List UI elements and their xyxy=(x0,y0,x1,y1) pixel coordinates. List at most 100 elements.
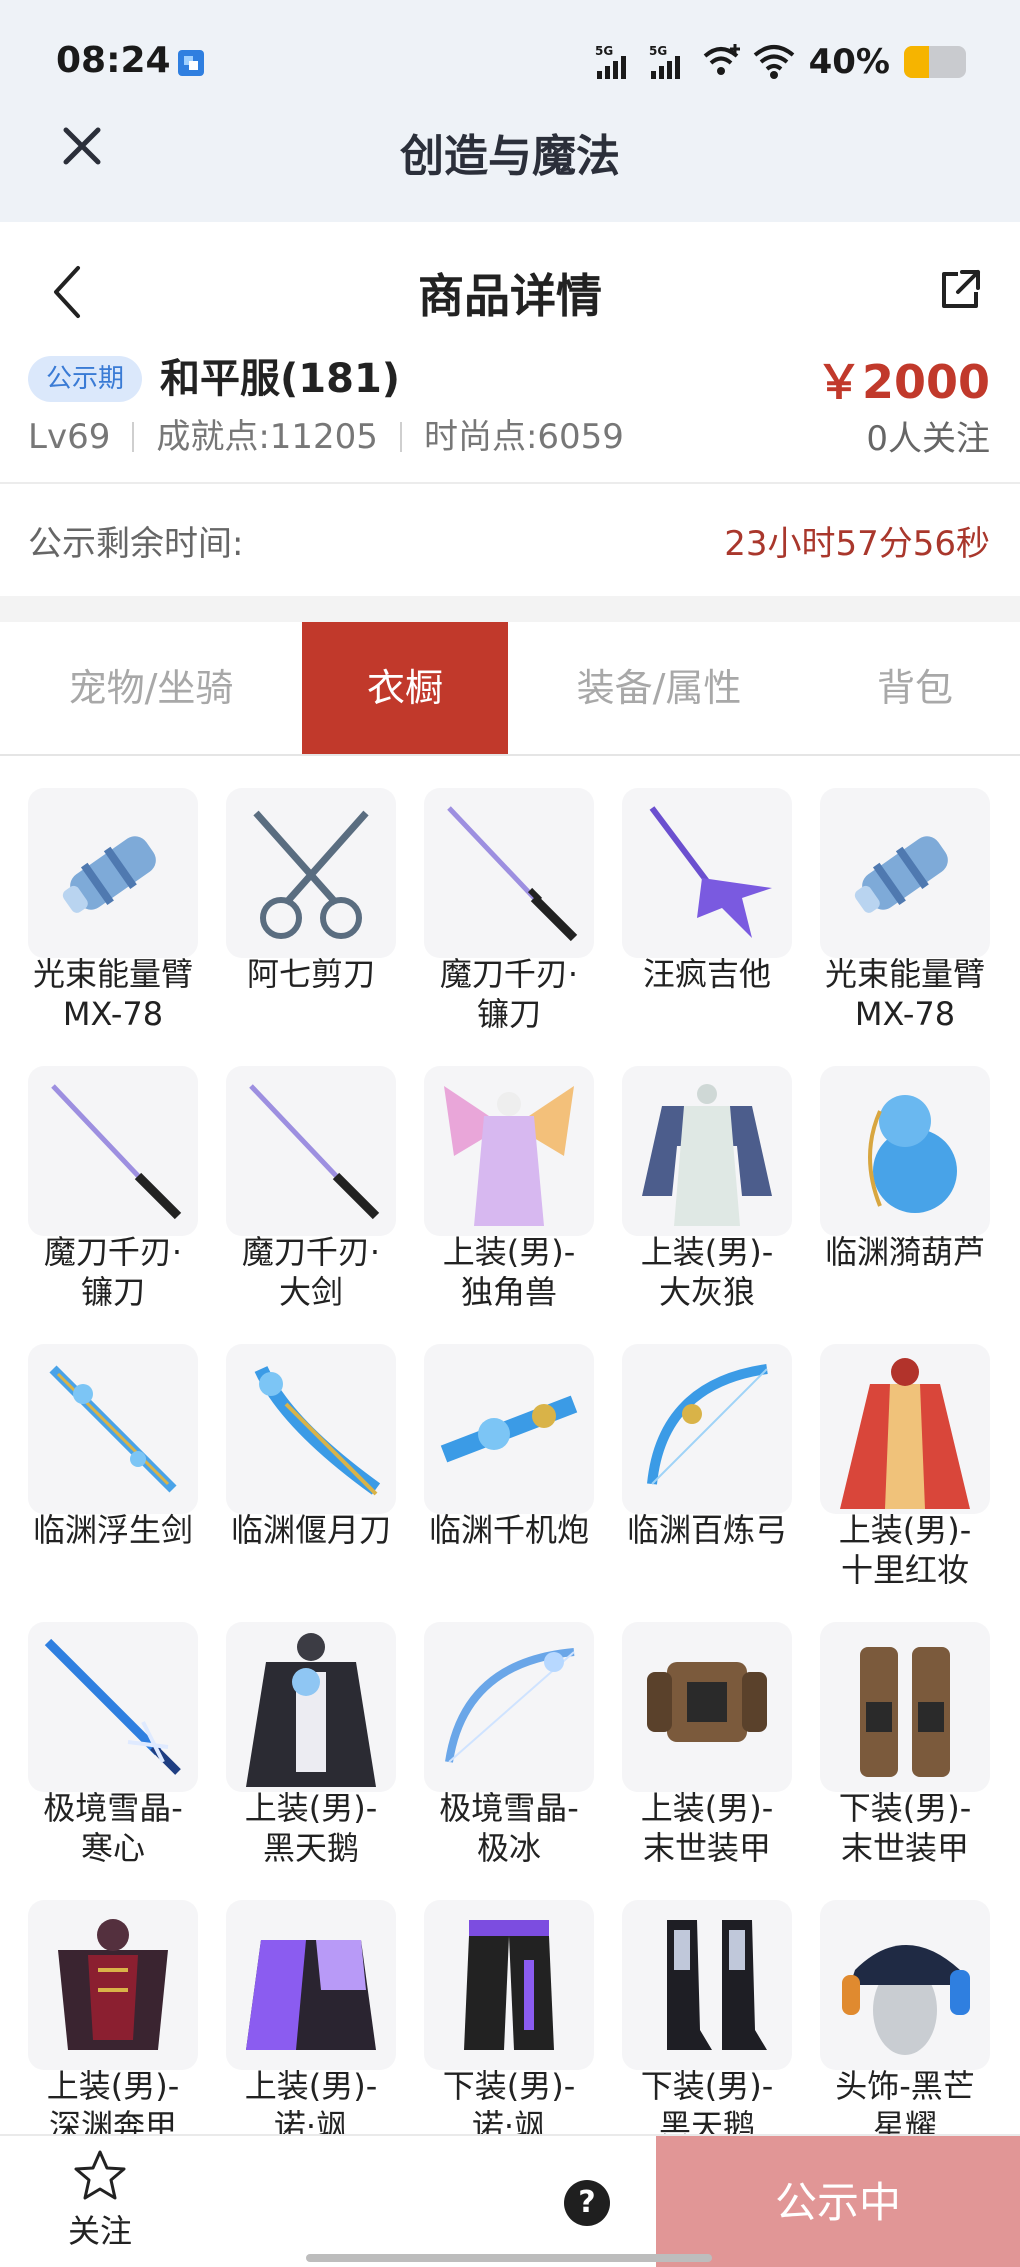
star-icon xyxy=(74,2150,126,2200)
tab-wardrobe[interactable]: 衣橱 xyxy=(302,622,508,754)
water-sword-icon xyxy=(49,1365,177,1493)
mech-legs-icon xyxy=(860,1647,950,1777)
mech-armor-icon xyxy=(647,1662,767,1742)
item-thumbnail xyxy=(622,1344,792,1514)
item-label: 光束能量臂 MX-78 xyxy=(824,955,985,1033)
red-robe-icon xyxy=(840,1358,970,1509)
item-label: 上装(男)- 十里红妆 xyxy=(838,1511,972,1589)
item-thumbnail xyxy=(820,1900,990,2070)
item-label: 临渊百炼弓 xyxy=(626,1511,787,1549)
item-label: 上装(男)- 黑天鹅 xyxy=(244,1789,378,1867)
wifi-icon xyxy=(753,45,794,79)
countdown-row: 公示剩余时间: 23小时57分56秒 xyxy=(0,486,1020,596)
help-icon[interactable]: ? xyxy=(564,2180,610,2226)
water-gourd-icon xyxy=(868,1095,957,1213)
page-header: 商品详情 xyxy=(0,222,1020,352)
item-thumbnail xyxy=(424,788,594,958)
item-label: 临渊千机炮 xyxy=(428,1511,589,1549)
purple-pants-icon xyxy=(464,1920,554,2050)
tab-bar: 宠物/坐骑 衣橱 装备/属性 背包 xyxy=(0,622,1020,756)
item-thumbnail xyxy=(226,788,396,958)
publicity-status-button[interactable]: 公示中 xyxy=(656,2136,1020,2267)
cap-headphones-icon xyxy=(842,1945,970,2055)
item-label: 上装(男)- 诺·飒 xyxy=(244,2067,378,2134)
item-thumbnail xyxy=(424,1900,594,2070)
item-name: 和平服(181) xyxy=(160,356,401,402)
5g-signal-icon: 5G xyxy=(595,44,626,79)
section-divider xyxy=(0,596,1020,622)
beam-arm-icon xyxy=(854,836,948,913)
item-thumbnail xyxy=(820,1066,990,1236)
page-title: 商品详情 xyxy=(418,269,602,323)
item-thumbnail xyxy=(226,1900,396,2070)
status-bar: 08:24 5G 5G 40% xyxy=(0,0,1020,125)
item-stats: Lv69 成就点:11205 时尚点:6059 xyxy=(28,412,624,462)
follow-label: 关注 xyxy=(67,2212,132,2250)
item-thumbnail xyxy=(424,1066,594,1236)
item-label: 上装(男)- 独角兽 xyxy=(442,1233,576,1311)
app-header-area: 08:24 5G 5G 40% 创造与魔法 xyxy=(0,0,1020,222)
item-thumbnail xyxy=(226,1066,396,1236)
stat-divider xyxy=(132,422,135,452)
tab-backpack[interactable]: 背包 xyxy=(810,622,1020,754)
item-summary: 公示期 和平服(181) ￥2000 Lv69 成就点:11205 时尚点:60… xyxy=(0,352,1020,484)
item-thumbnail xyxy=(424,1344,594,1514)
item-thumbnail xyxy=(622,1900,792,2070)
item-label: 上装(男)- 大灰狼 xyxy=(640,1233,774,1311)
item-label: 下装(男)- 末世装甲 xyxy=(838,1789,972,1867)
tab-equipment[interactable]: 装备/属性 xyxy=(508,622,810,754)
beam-arm-icon xyxy=(62,836,156,913)
item-label: 下装(男)- 黑天鹅 xyxy=(640,2067,774,2134)
item-thumbnail xyxy=(622,1622,792,1792)
purple-jacket-icon xyxy=(246,1940,376,2050)
item-thumbnail xyxy=(226,1622,396,1792)
item-thumbnail xyxy=(820,1622,990,1792)
status-time: 08:24 xyxy=(56,40,171,81)
guitar-icon xyxy=(649,806,772,938)
item-label: 上装(男)- 深渊奔甲 xyxy=(46,2067,180,2134)
tab-pets-mounts[interactable]: 宠物/坐骑 xyxy=(0,622,302,754)
share-icon[interactable] xyxy=(936,266,984,314)
wifi-plus-icon xyxy=(703,44,740,75)
battery-icon xyxy=(904,46,966,78)
bottom-action-bar: 关注 ? 公示中 xyxy=(0,2134,1020,2267)
svg-text:5G: 5G xyxy=(649,44,667,58)
item-thumbnail xyxy=(622,788,792,958)
item-achievement: 成就点:11205 xyxy=(156,417,378,457)
item-thumbnail xyxy=(820,788,990,958)
item-level: Lv69 xyxy=(28,417,111,457)
item-label: 极境雪晶- 极冰 xyxy=(439,1789,579,1867)
item-label: 光束能量臂 MX-78 xyxy=(32,955,193,1033)
app-title: 创造与魔法 xyxy=(400,131,620,182)
item-label: 临渊偃月刀 xyxy=(230,1511,391,1549)
stat-divider xyxy=(399,422,402,452)
water-bow-icon xyxy=(647,1364,768,1485)
item-label: 魔刀千刃· 镰刀 xyxy=(43,1233,183,1311)
5g-signal-icon: 5G xyxy=(649,44,680,79)
water-blade-icon xyxy=(254,1366,381,1496)
status-badge: 公示期 xyxy=(28,356,143,402)
katana-icon xyxy=(249,1084,380,1220)
item-thumbnail xyxy=(820,1344,990,1514)
item-fashion: 时尚点:6059 xyxy=(423,417,624,457)
winged-outfit-icon xyxy=(444,1086,574,1226)
countdown-label: 公示剩余时间: xyxy=(28,524,244,564)
item-thumbnail xyxy=(28,788,198,958)
follow-button[interactable]: 关注 xyxy=(40,2148,160,2258)
item-label: 下装(男)- 诺·飒 xyxy=(442,2067,576,2134)
item-thumbnail xyxy=(28,1622,198,1792)
dark-coat-icon xyxy=(246,1633,376,1787)
item-label: 汪疯吉他 xyxy=(642,955,771,993)
item-label: 上装(男)- 末世装甲 xyxy=(640,1789,774,1867)
item-thumbnail xyxy=(28,1066,198,1236)
item-label: 头饰-黑芒 星耀 xyxy=(835,2067,975,2134)
item-thumbnail xyxy=(28,1900,198,2070)
apron-outfit-icon xyxy=(642,1084,772,1226)
item-label: 魔刀千刃· 镰刀 xyxy=(439,955,579,1033)
battery-percentage: 40% xyxy=(808,42,890,82)
svg-text:5G: 5G xyxy=(595,44,613,58)
ice-sword-icon xyxy=(44,1638,181,1775)
ice-bow-icon xyxy=(445,1648,575,1763)
item-label: 临渊浮生剑 xyxy=(32,1511,193,1549)
status-indicators: 5G 5G 40% xyxy=(595,40,966,84)
